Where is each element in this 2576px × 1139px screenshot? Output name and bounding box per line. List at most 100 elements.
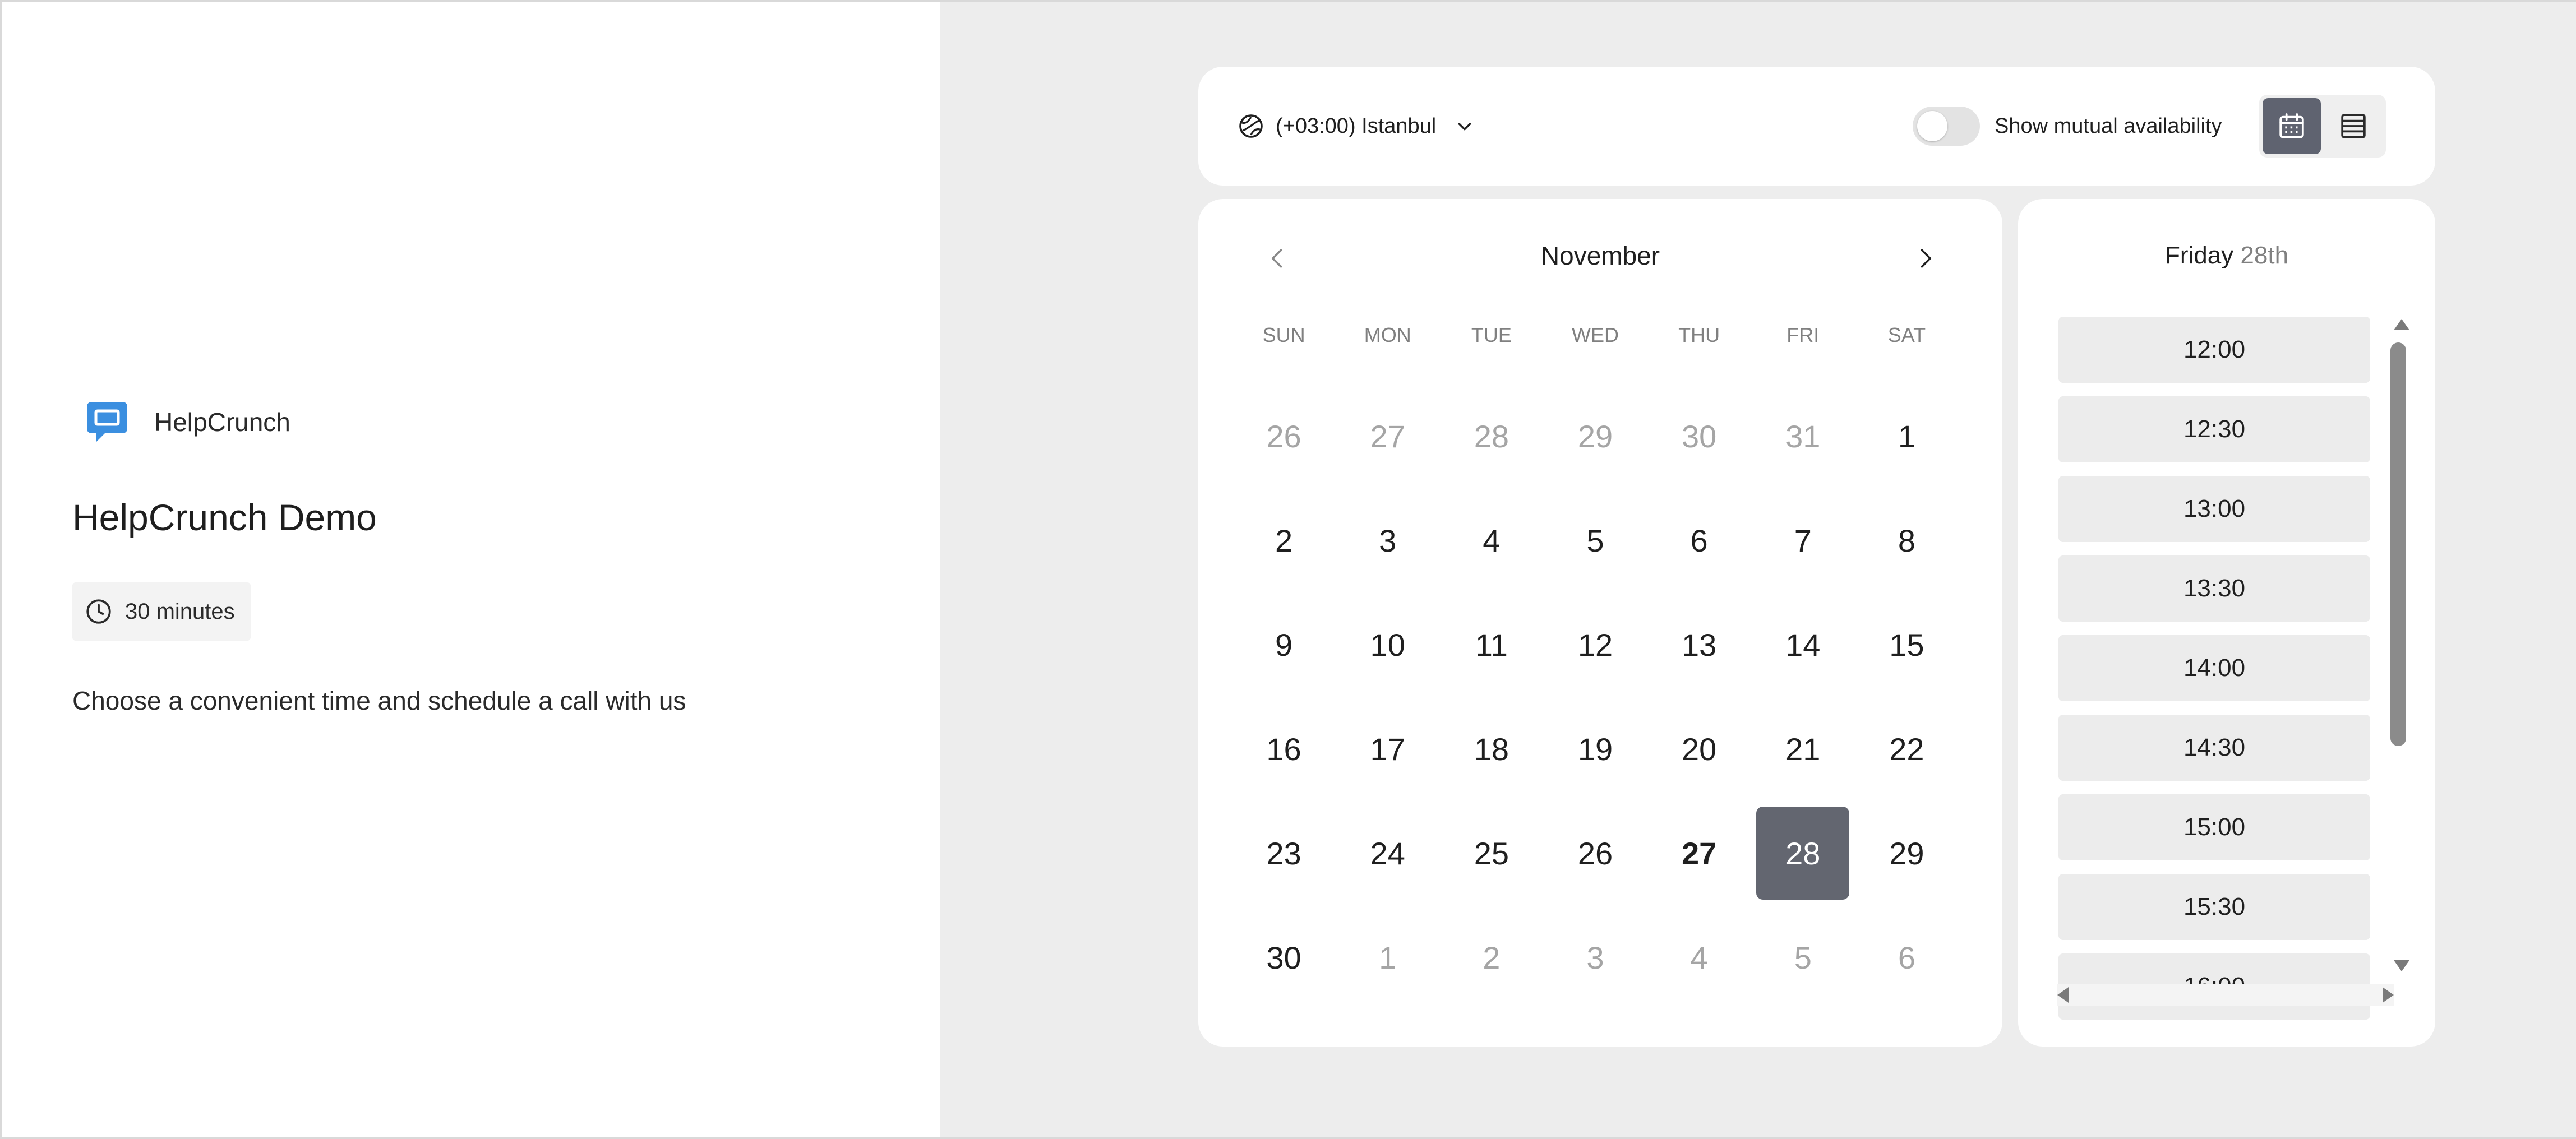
calendar-day-number: 4 [1483,522,1501,558]
calendar-day[interactable]: 27 [1647,801,1751,905]
calendar-day-outside-month[interactable]: 1 [1336,905,1439,1010]
calendar-day-outside-month[interactable]: 31 [1751,384,1855,488]
calendar-day[interactable]: 23 [1232,801,1336,905]
timezone-select[interactable]: (+03:00) Istanbul [1238,67,1474,186]
calendar-day-outside-month[interactable]: 6 [1855,905,1959,1010]
calendar-day-number: 30 [1681,418,1717,454]
calendar-day[interactable]: 7 [1751,488,1855,592]
mutual-availability-toggle[interactable] [1913,107,1980,146]
calendar-day-number: 6 [1690,522,1708,558]
calendar-day-number: 16 [1266,731,1301,767]
calendar-day[interactable]: 21 [1751,697,1855,801]
calendar-day[interactable]: 4 [1439,488,1543,592]
time-slot-button[interactable]: 13:30 [2058,555,2370,622]
calendar-day[interactable]: 17 [1336,697,1439,801]
calendar-day-outside-month[interactable]: 27 [1336,384,1439,488]
calendar-day[interactable]: 26 [1543,801,1647,905]
weekday-label: SAT [1887,323,1926,346]
calendar-day[interactable]: 12 [1543,592,1647,697]
calendar-day-outside-month[interactable]: 30 [1647,384,1751,488]
time-slot-button[interactable]: 14:00 [2058,635,2370,701]
duration-badge: 30 minutes [72,582,251,641]
calendar-day-selected[interactable]: 28 [1751,801,1855,905]
calendar-day-number: 4 [1690,939,1708,975]
calendar-day[interactable]: 29 [1855,801,1959,905]
calendar-view-button[interactable] [2263,98,2321,154]
time-slot-button[interactable]: 12:00 [2058,317,2370,383]
calendar-day-number: 1 [1379,939,1397,975]
calendar-day-number: 1 [1898,418,1915,454]
duration-text: 30 minutes [125,599,235,624]
calendar-day[interactable]: 14 [1751,592,1855,697]
calendar-day-number: 26 [1577,835,1613,871]
calendar-day-outside-month[interactable]: 28 [1439,384,1543,488]
calendar-day-number: 24 [1370,835,1405,871]
calendar-day-number: 3 [1586,939,1604,975]
calendar-day-outside-month[interactable]: 5 [1751,905,1855,1010]
chevron-down-icon [1458,123,1471,131]
horizontal-scrollbar[interactable] [2057,984,2394,1006]
scroll-left-arrow-icon[interactable] [2057,987,2069,1003]
scrollbar-thumb[interactable] [2390,342,2406,746]
calendar-day[interactable]: 22 [1855,697,1959,801]
calendar-day-number: 7 [1794,522,1812,558]
weekday-label: SUN [1262,323,1305,346]
calendar-day[interactable]: 25 [1439,801,1543,905]
weekday-label: WED [1571,323,1619,346]
calendar-day[interactable]: 9 [1232,592,1336,697]
calendar-day[interactable]: 24 [1336,801,1439,905]
view-switcher [2259,95,2386,158]
list-view-button[interactable] [2324,98,2383,154]
calendar-day[interactable]: 2 [1232,488,1336,592]
calendar-day[interactable]: 20 [1647,697,1751,801]
timezone-value: (+03:00) Istanbul [1276,114,1437,138]
calendar-day-outside-month[interactable]: 29 [1543,384,1647,488]
chevron-right-icon [1921,249,1931,268]
time-slot-button[interactable]: 15:30 [2058,874,2370,940]
calendar-day-outside-month[interactable]: 3 [1543,905,1647,1010]
time-slots-card: Friday 28th 12:00 12:30 13:00 13:30 14:00 14:… [2018,199,2435,1047]
calendar-day[interactable]: 8 [1855,488,1959,592]
toggle-knob [1917,111,1947,141]
calendar-day-number: 29 [1889,835,1924,871]
selected-date-heading: Friday 28th [2018,242,2435,270]
calendar-day[interactable]: 1 [1855,384,1959,488]
calendar-day-number: 27 [1681,835,1717,871]
calendar-day-outside-month[interactable]: 4 [1647,905,1751,1010]
calendar-day-number: 17 [1370,731,1405,767]
scroll-down-arrow-icon[interactable] [2394,960,2409,971]
calendar-day-number: 3 [1379,522,1397,558]
calendar-day[interactable]: 30 [1232,905,1336,1010]
month-label: November [1540,241,1660,270]
clock-icon [86,599,111,624]
calendar-day[interactable]: 11 [1439,592,1543,697]
weekday-label: TUE [1471,323,1512,346]
vertical-scrollbar[interactable] [2388,319,2411,979]
scroll-up-arrow-icon[interactable] [2394,319,2409,330]
calendar-day-number: 6 [1898,939,1915,975]
time-slot-button[interactable]: 15:00 [2058,794,2370,860]
calendar-day[interactable]: 6 [1647,488,1751,592]
next-month-button[interactable] [1897,230,1953,286]
calendar-day[interactable]: 19 [1543,697,1647,801]
time-slot-button[interactable]: 14:30 [2058,715,2370,781]
calendar-day[interactable]: 5 [1543,488,1647,592]
calendar-day-number: 27 [1370,418,1405,454]
calendar-day[interactable]: 16 [1232,697,1336,801]
calendar-day[interactable]: 13 [1647,592,1751,697]
calendar-day-number: 8 [1898,522,1915,558]
calendar-day-number: 9 [1275,627,1293,663]
calendar-day[interactable]: 15 [1855,592,1959,697]
time-slot-button[interactable]: 12:30 [2058,396,2370,462]
calendar-day-number: 23 [1266,835,1301,871]
selected-day-ordinal: 28th [2240,242,2289,269]
scroll-right-arrow-icon[interactable] [2383,987,2394,1003]
calendar-day[interactable]: 18 [1439,697,1543,801]
calendar-day[interactable]: 3 [1336,488,1439,592]
time-slot-button[interactable]: 13:00 [2058,476,2370,542]
calendar-day-number: 31 [1785,418,1821,454]
calendar-day[interactable]: 10 [1336,592,1439,697]
time-slot-list: 12:00 12:30 13:00 13:30 14:00 14:30 15:00 15:30… [2058,317,2370,1039]
calendar-day-outside-month[interactable]: 26 [1232,384,1336,488]
calendar-day-outside-month[interactable]: 2 [1439,905,1543,1010]
